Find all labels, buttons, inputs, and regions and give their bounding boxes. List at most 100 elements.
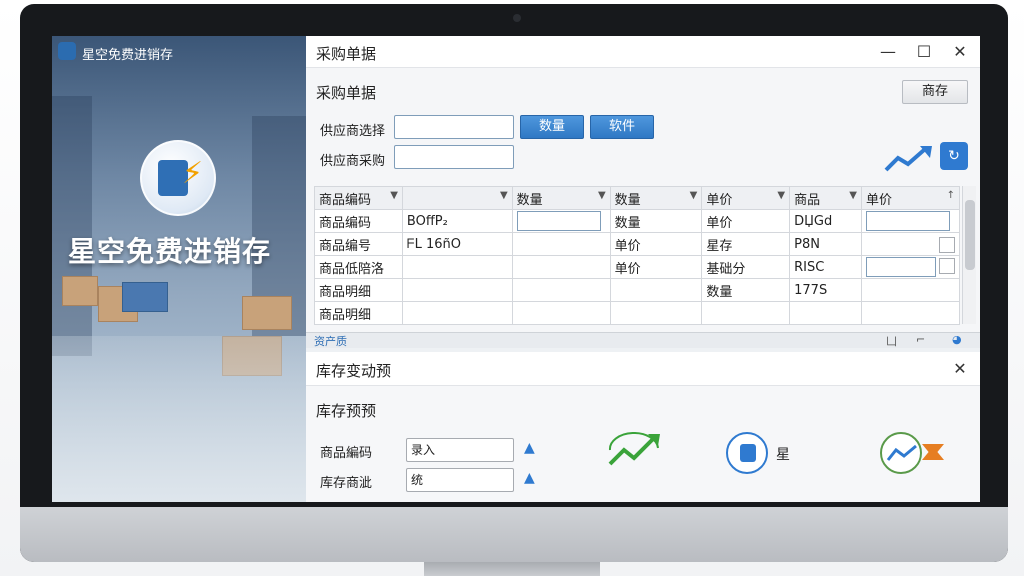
cell-input[interactable] bbox=[865, 257, 936, 277]
row-checkbox[interactable] bbox=[939, 236, 955, 253]
status-icon-tool[interactable]: ⌐ bbox=[916, 333, 925, 346]
blue-crate bbox=[122, 282, 168, 312]
table-cell bbox=[860, 301, 961, 325]
table-cell bbox=[609, 301, 703, 325]
close-icon[interactable]: ✕ bbox=[948, 40, 972, 64]
trend-chart-icon bbox=[884, 146, 932, 172]
table-cell: 商品明细 bbox=[314, 278, 403, 302]
inventory-heading: 库存预预 bbox=[316, 402, 377, 420]
status-icon-settings[interactable]: ◕ bbox=[952, 333, 962, 346]
maximize-icon[interactable]: ☐ bbox=[912, 40, 936, 64]
table-row[interactable]: 商品明细 数量 177S bbox=[314, 278, 961, 302]
status-icon-layout[interactable]: 凵 bbox=[886, 333, 897, 349]
dropdown-icon[interactable]: ▼ bbox=[849, 190, 857, 201]
refresh-icon[interactable]: ↻ bbox=[940, 142, 968, 170]
supplier-select-label: 供应商选择 bbox=[320, 124, 386, 139]
table-cell[interactable] bbox=[860, 232, 961, 256]
zigzag-icon bbox=[886, 444, 917, 461]
column-header[interactable]: 数量 ▼ bbox=[511, 186, 611, 210]
save-button[interactable]: 商存 bbox=[902, 80, 968, 104]
table-cell bbox=[511, 232, 611, 256]
table-cell: RISC bbox=[789, 255, 862, 279]
table-cell bbox=[401, 278, 513, 302]
dropdown-icon[interactable]: ▼ bbox=[690, 190, 698, 201]
star-label: 星 bbox=[776, 447, 790, 463]
minimize-icon[interactable]: — bbox=[876, 40, 900, 64]
software-button[interactable]: 软件 bbox=[590, 115, 654, 139]
purchase-table: 商品编码 ▼ ▼ 数量 ▼ 数量 ▼ 单价 ▼ 商品 ▼ 单价 ↑ 商品编码 BOffP₂ bbox=[314, 186, 961, 325]
column-header[interactable]: 数量 ▼ bbox=[609, 186, 703, 210]
table-cell: 商品明细 bbox=[314, 301, 403, 325]
product-code-input[interactable]: 录入 bbox=[406, 438, 514, 462]
dropdown-icon[interactable]: ▼ bbox=[390, 190, 398, 201]
growth-chart-icon[interactable] bbox=[604, 430, 664, 470]
table-cell: 星存 bbox=[701, 232, 791, 256]
column-header[interactable]: 商品编码 ▼ bbox=[314, 186, 403, 210]
user-profile-icon[interactable] bbox=[726, 432, 768, 474]
stock-input[interactable]: 统 bbox=[406, 468, 514, 492]
table-row[interactable]: 商品编码 BOffP₂ 数量 单价 DЏGd bbox=[314, 209, 961, 233]
table-cell: 基础分 bbox=[701, 255, 791, 279]
column-header-label: 数量 bbox=[614, 192, 641, 208]
dropdown-icon[interactable]: ▼ bbox=[500, 190, 508, 201]
sort-icon[interactable]: ↑ bbox=[947, 190, 955, 201]
up-arrow-icon[interactable]: ▲ bbox=[524, 470, 535, 486]
dropdown-icon[interactable]: ▼ bbox=[777, 190, 785, 201]
table-row[interactable]: 商品编号 ᖴL 16ñO 单价 星存 P8N bbox=[314, 232, 961, 256]
table-row[interactable]: 商品明细 bbox=[314, 301, 961, 325]
table-cell: 商品低陪洛 bbox=[314, 255, 403, 279]
cardboard-box bbox=[62, 276, 98, 306]
purchase-window-title: 采购单据 bbox=[316, 45, 377, 63]
status-text: 资产质 bbox=[314, 335, 347, 348]
screen: 星空免费进销存 ⚡ 星空免费进销存 采购单据 — ☐ ✕ 采购单据 商存 供应商… bbox=[52, 36, 980, 502]
row-checkbox[interactable] bbox=[939, 258, 955, 274]
purchase-heading: 采购单据 bbox=[316, 84, 377, 102]
up-arrow-icon[interactable]: ▲ bbox=[524, 440, 535, 456]
cell-input[interactable] bbox=[516, 211, 601, 231]
shelf-rack bbox=[52, 96, 92, 356]
warehouse-floor bbox=[52, 336, 306, 502]
monitor-chin bbox=[20, 507, 1008, 562]
column-header-label: 商品 bbox=[794, 192, 821, 208]
inventory-window: 库存变动预 ✕ 库存预预 商品編码 录入 ▲ 库存商泚 统 ▲ 星 bbox=[306, 352, 980, 502]
cell-input[interactable] bbox=[865, 211, 950, 231]
table-cell[interactable] bbox=[860, 209, 961, 233]
table-cell: 数量 bbox=[701, 278, 791, 302]
brand-logo-icon: ⚡ bbox=[140, 140, 216, 216]
dropdown-icon[interactable]: ▼ bbox=[598, 190, 606, 201]
quantity-button[interactable]: 数量 bbox=[520, 115, 584, 139]
inventory-titlebar: 库存变动预 ✕ bbox=[306, 352, 980, 386]
stage: 星空免费进销存 ⚡ 星空免费进销存 采购单据 — ☐ ✕ 采购单据 商存 供应商… bbox=[0, 0, 1024, 576]
table-cell[interactable] bbox=[511, 209, 611, 233]
supplier-select-input[interactable] bbox=[394, 115, 514, 139]
table-cell bbox=[609, 278, 703, 302]
user-glyph-icon bbox=[740, 444, 756, 462]
warehouse-banner: 星空免费进销存 ⚡ 星空免费进销存 bbox=[52, 36, 306, 502]
column-header[interactable]: 单价 ↑ bbox=[860, 186, 961, 210]
inventory-window-title: 库存变动预 bbox=[316, 362, 392, 380]
table-cell: BOffP₂ bbox=[401, 209, 513, 233]
trend-transfer-icon[interactable] bbox=[880, 432, 922, 474]
scrollbar-thumb[interactable] bbox=[965, 200, 975, 270]
table-cell: 单价 bbox=[701, 209, 791, 233]
purchase-window: 采购单据 — ☐ ✕ 采购单据 商存 供应商选择 数量 软件 供应商采购 ↻ 商… bbox=[306, 36, 980, 348]
table-cell: 商品编号 bbox=[314, 232, 403, 256]
table-cell bbox=[401, 301, 513, 325]
column-header[interactable]: 单价 ▼ bbox=[701, 186, 791, 210]
table-cell: 数量 bbox=[609, 209, 703, 233]
table-cell bbox=[401, 255, 513, 279]
column-header[interactable]: 商品 ▼ bbox=[789, 186, 862, 210]
lightning-icon: ⚡ bbox=[182, 156, 204, 191]
supplier-purchase-input[interactable] bbox=[394, 145, 514, 169]
app-logo-icon bbox=[58, 42, 76, 60]
table-scrollbar[interactable] bbox=[962, 186, 976, 324]
close-icon[interactable]: ✕ bbox=[948, 357, 972, 381]
table-cell: 商品编码 bbox=[314, 209, 403, 233]
column-header[interactable]: ▼ bbox=[401, 186, 513, 210]
table-cell: ᖴL 16ñO bbox=[401, 232, 513, 256]
table-row[interactable]: 商品低陪洛 单价 基础分 RISC bbox=[314, 255, 961, 279]
table-cell bbox=[860, 278, 961, 302]
purchase-titlebar: 采购单据 — ☐ ✕ bbox=[306, 36, 980, 68]
column-header-label: 数量 bbox=[516, 192, 543, 208]
table-cell[interactable] bbox=[860, 255, 961, 279]
